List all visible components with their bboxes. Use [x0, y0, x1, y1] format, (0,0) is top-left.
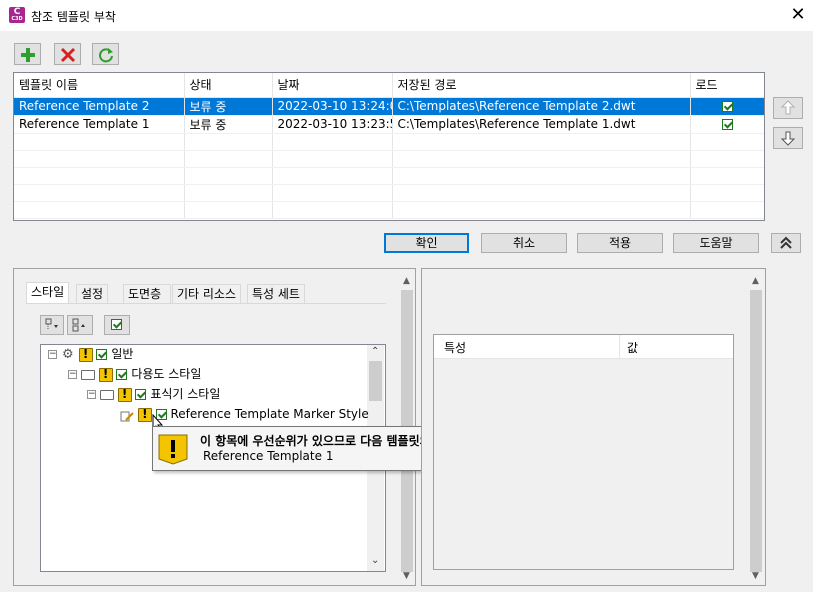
move-up-button[interactable]	[773, 97, 803, 119]
tab-styles[interactable]: 스타일	[26, 282, 70, 304]
check-all-button[interactable]	[104, 315, 130, 335]
chevron-up-icon[interactable]: ▲	[403, 276, 410, 286]
tab-other-resources[interactable]: 기타 리소스	[172, 284, 242, 303]
cell-date: 2022-03-10 13:23:51	[272, 115, 393, 134]
table-row[interactable]: Reference Template 2 보류 중 2022-03-10 13:…	[14, 97, 764, 116]
cell-load	[690, 115, 764, 134]
node-checkbox[interactable]	[135, 389, 147, 400]
node-checkbox[interactable]	[116, 369, 128, 380]
folder-icon	[80, 369, 95, 380]
tab-property-sets[interactable]: 특성 세트	[247, 284, 305, 303]
cell-name: Reference Template 2	[14, 97, 185, 116]
expand-tree-icon	[45, 318, 58, 330]
col-header-value[interactable]: 값	[627, 339, 638, 356]
add-button[interactable]	[14, 43, 41, 65]
collapse-node-icon[interactable]: −	[48, 350, 57, 359]
right-panel-scrollbar[interactable]: ▲ ▼	[748, 270, 764, 585]
apply-button[interactable]: 적용	[577, 233, 663, 253]
tree-node-label: 다용도 스타일	[131, 367, 202, 381]
chevron-down-icon[interactable]: ▼	[403, 571, 410, 581]
empty-row	[14, 167, 764, 185]
app-icon: C C3D	[9, 7, 25, 23]
cell-name: Reference Template 1	[14, 115, 185, 134]
expand-all-button[interactable]	[40, 315, 64, 335]
cell-load	[690, 97, 764, 116]
cancel-button[interactable]: 취소	[481, 233, 567, 253]
empty-row	[14, 150, 764, 168]
node-checkbox[interactable]	[96, 349, 108, 360]
close-icon[interactable]: ✕	[787, 4, 809, 26]
scroll-thumb[interactable]	[750, 290, 762, 572]
double-chevron-up-icon	[780, 236, 792, 249]
empty-row	[14, 184, 764, 202]
warning-icon	[158, 434, 188, 465]
refresh-icon	[99, 48, 113, 63]
properties-header: 특성 값	[434, 335, 733, 359]
checkbox-icon	[111, 319, 122, 330]
plus-icon	[21, 48, 35, 62]
x-icon	[60, 47, 76, 63]
scroll-thumb[interactable]	[369, 361, 382, 401]
gear-icon: ⚙	[62, 346, 74, 362]
tab-layers[interactable]: 도면층	[123, 284, 171, 303]
load-checkbox[interactable]	[721, 119, 733, 130]
chevron-down-icon[interactable]: ⌄	[371, 555, 379, 566]
chevron-up-icon[interactable]: ⌃	[371, 346, 379, 357]
arrow-down-icon	[780, 131, 796, 146]
col-header-path[interactable]: 저장된 경로	[392, 73, 691, 98]
tree-node-multipurpose-styles[interactable]: − 다용도 스타일	[68, 365, 201, 383]
title-bar: C C3D 참조 템플릿 부착 ✕	[0, 0, 813, 31]
help-button[interactable]: 도움말	[673, 233, 759, 253]
tree-node-label: 표식기 스타일	[150, 387, 221, 401]
tree-node-label: Reference Template Marker Style	[170, 407, 369, 421]
collapse-node-icon[interactable]: −	[68, 370, 77, 379]
warning-icon	[137, 407, 152, 422]
cell-path: C:\Templates\Reference Template 1.dwt	[392, 115, 691, 134]
tab-settings[interactable]: 설정	[76, 284, 109, 303]
column-divider	[619, 335, 620, 359]
chevron-up-icon[interactable]: ▲	[752, 276, 759, 286]
tab-strip: 스타일 설정 도면층 기타 리소스 특성 세트	[26, 282, 386, 304]
collapse-tree-icon	[72, 318, 85, 332]
col-header-date[interactable]: 날짜	[272, 73, 393, 98]
grid-header: 템플릿 이름 상태 날짜 저장된 경로 로드	[14, 73, 764, 98]
col-header-load[interactable]: 로드	[690, 73, 764, 98]
cell-path: C:\Templates\Reference Template 2.dwt	[392, 97, 691, 116]
load-checkbox[interactable]	[721, 101, 733, 112]
template-grid[interactable]: 템플릿 이름 상태 날짜 저장된 경로 로드 Reference Templat…	[13, 72, 765, 221]
empty-row	[14, 201, 764, 219]
cell-date: 2022-03-10 13:24:03	[272, 97, 393, 116]
empty-row	[14, 133, 764, 151]
collapse-button[interactable]	[771, 233, 801, 253]
warning-icon	[98, 367, 113, 382]
col-header-name[interactable]: 템플릿 이름	[14, 73, 185, 98]
arrow-up-icon	[780, 100, 796, 115]
warning-icon	[117, 387, 132, 402]
warning-icon	[78, 347, 93, 362]
table-row[interactable]: Reference Template 1 보류 중 2022-03-10 13:…	[14, 115, 764, 134]
col-header-property[interactable]: 특성	[444, 339, 466, 356]
collapse-node-icon[interactable]: −	[87, 390, 96, 399]
tree-node-label: 일반	[111, 347, 134, 361]
ok-button[interactable]: 확인	[384, 233, 469, 253]
remove-button[interactable]	[54, 43, 81, 65]
tree-node-general[interactable]: − ⚙ 일반	[48, 345, 133, 363]
collapse-all-button[interactable]	[67, 315, 93, 335]
tab-divider	[26, 303, 386, 304]
style-pencil-icon	[120, 409, 134, 421]
folder-icon	[99, 389, 114, 400]
properties-grid[interactable]: 특성 값	[433, 334, 734, 570]
cell-status: 보류 중	[184, 115, 273, 134]
cell-status: 보류 중	[184, 97, 273, 116]
refresh-button[interactable]	[92, 43, 119, 65]
tree-node-marker-styles[interactable]: − 표식기 스타일	[87, 385, 220, 403]
tooltip-subtitle: Reference Template 1	[203, 449, 334, 463]
col-header-status[interactable]: 상태	[184, 73, 273, 98]
move-down-button[interactable]	[773, 127, 803, 149]
window-title: 참조 템플릿 부착	[31, 10, 116, 24]
chevron-down-icon[interactable]: ▼	[752, 571, 759, 581]
